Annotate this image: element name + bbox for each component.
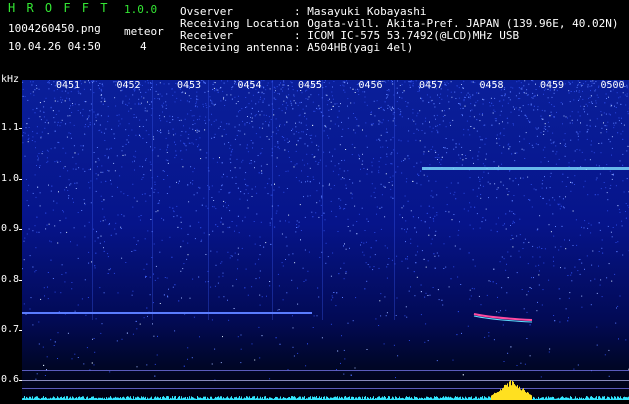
- noise-column: [152, 80, 153, 320]
- time-label: 0451: [56, 80, 80, 91]
- time-label: 0453: [177, 80, 201, 91]
- y-tick-label: 0.7: [1, 324, 19, 335]
- spectrogram-area: [22, 80, 629, 400]
- time-label: 0457: [419, 80, 443, 91]
- y-tick-label: 1.1: [1, 122, 19, 133]
- noise-column: [322, 80, 323, 320]
- y-unit-label: kHz: [1, 74, 19, 85]
- y-tick-label: 1.0: [1, 173, 19, 184]
- filename: 1004260450.png: [8, 22, 101, 35]
- noise-column: [272, 80, 273, 320]
- time-label: 0458: [480, 80, 504, 91]
- time-label: 0452: [117, 80, 141, 91]
- app-title: H R O F F T: [8, 2, 109, 15]
- noise-column: [208, 80, 209, 320]
- antenna-label: Receiving antenna: [180, 41, 293, 54]
- y-tick-label: 0.6: [1, 374, 19, 385]
- mode-label: meteor: [124, 25, 164, 38]
- y-tick-label: 0.9: [1, 223, 19, 234]
- time-label: 0459: [540, 80, 564, 91]
- antenna-value: : A504HB(yagi 4el): [294, 41, 413, 54]
- level-guide-line: [22, 380, 629, 381]
- carrier-signal-trace: [422, 167, 629, 170]
- noise-column: [394, 80, 395, 320]
- time-label: 0500: [601, 80, 625, 91]
- time-label: 0454: [238, 80, 262, 91]
- spectrogram-svg: [22, 80, 629, 400]
- reference-signal-trace: [22, 312, 312, 314]
- level-guide-line: [22, 388, 629, 389]
- y-tick-label: 0.8: [1, 274, 19, 285]
- datetime: 10.04.26 04:50: [8, 40, 101, 53]
- time-label: 0456: [359, 80, 383, 91]
- noise-column: [92, 80, 93, 320]
- meteor-count: 4: [140, 40, 147, 53]
- level-guide-line: [22, 370, 629, 371]
- app-version: 1.0.0: [124, 3, 157, 16]
- time-label: 0455: [298, 80, 322, 91]
